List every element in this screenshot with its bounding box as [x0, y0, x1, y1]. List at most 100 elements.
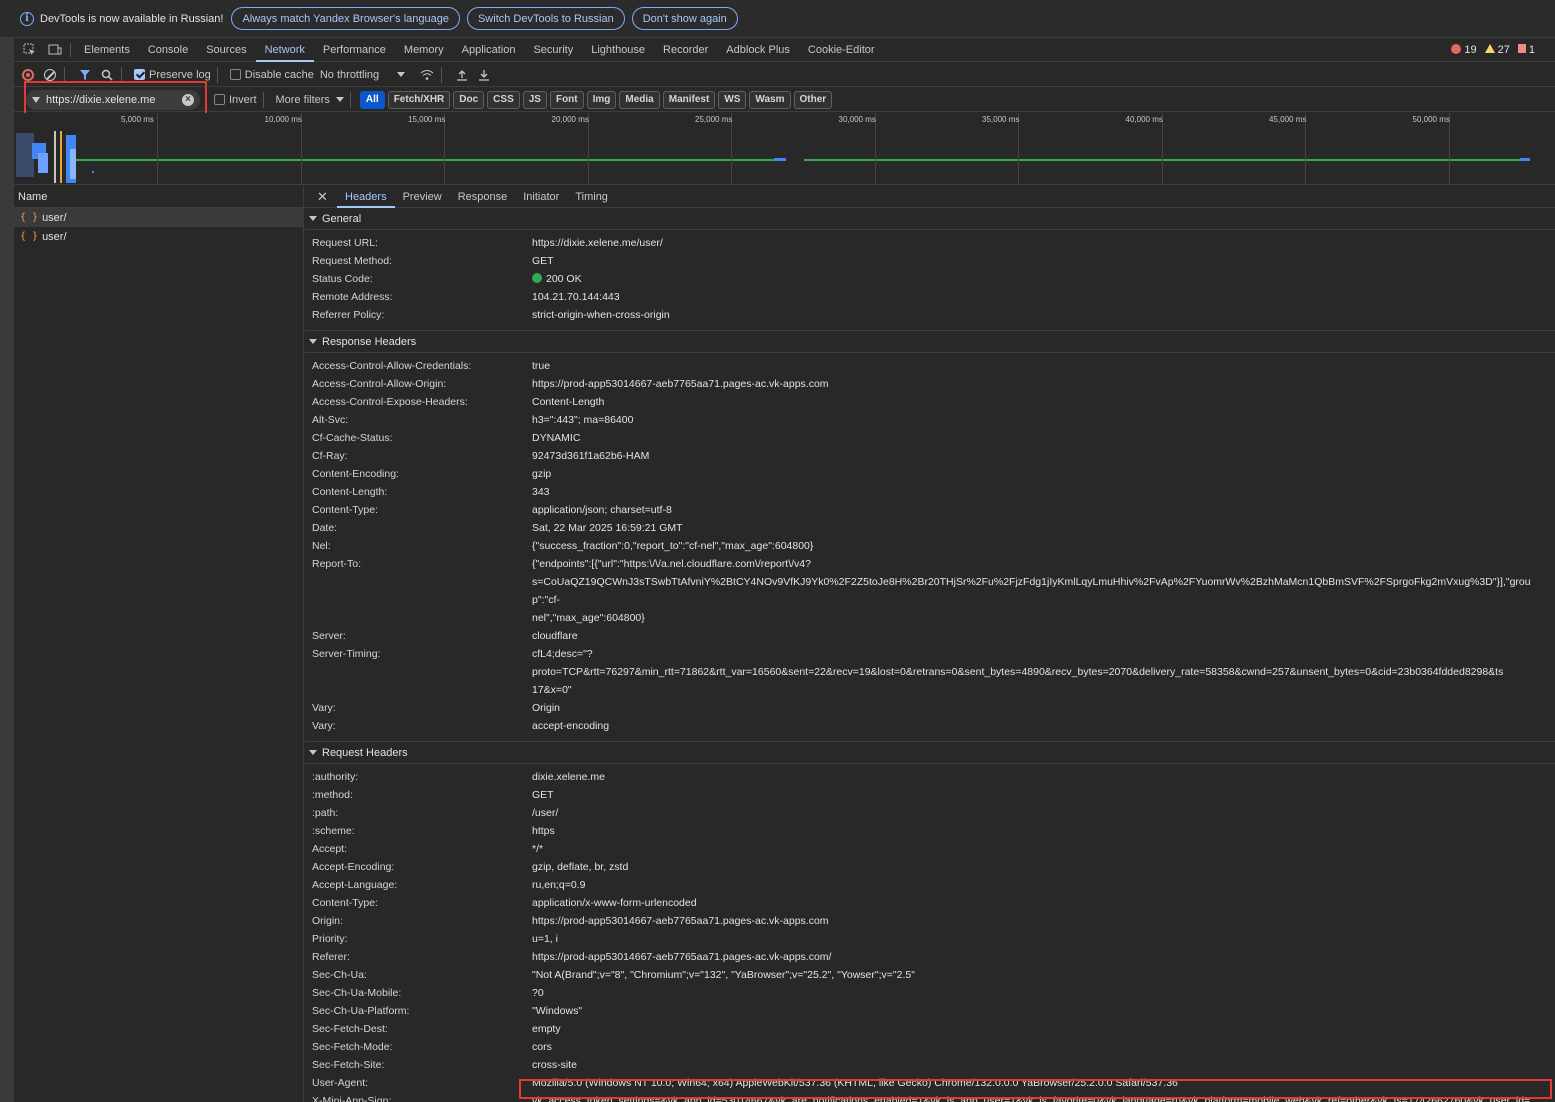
header-name: :method: — [312, 789, 353, 801]
tab-performance[interactable]: Performance — [314, 38, 395, 62]
header-value[interactable]: cross-site — [532, 1056, 581, 1074]
detail-tab-timing[interactable]: Timing — [567, 186, 616, 208]
network-overview-timeline[interactable]: 5,000 ms 10,000 ms 15,000 ms 20,000 ms 25,00… — [14, 113, 1555, 185]
header-value[interactable]: https://prod-app53014667-aeb7765aa71.pag… — [532, 375, 833, 393]
type-filter-wasm[interactable]: Wasm — [749, 90, 791, 109]
header-value[interactable]: gzip — [532, 465, 555, 483]
header-value[interactable]: */* — [532, 840, 547, 858]
tab-recorder[interactable]: Recorder — [654, 38, 717, 62]
error-counter[interactable]: 19 — [1451, 43, 1477, 56]
header-value[interactable]: strict-origin-when-cross-origin — [532, 306, 674, 324]
header-value[interactable]: 343 — [532, 483, 554, 501]
tab-security[interactable]: Security — [524, 38, 582, 62]
header-value[interactable]: ru,en;q=0.9 — [532, 876, 589, 894]
tab-memory[interactable]: Memory — [395, 38, 453, 62]
header-value[interactable]: Content-Length — [532, 393, 608, 411]
header-value[interactable]: h3=":443"; ma=86400 — [532, 411, 637, 429]
header-row: Server: cloudflare — [305, 627, 1555, 645]
network-conditions-icon[interactable] — [419, 67, 435, 83]
preserve-log-checkbox[interactable]: Preserve log — [134, 69, 211, 81]
type-filter-font[interactable]: Font — [549, 90, 584, 109]
triangle-down-icon — [309, 750, 317, 755]
throttling-select[interactable]: No throttling — [320, 69, 406, 81]
header-value[interactable]: /user/ — [532, 804, 562, 822]
header-value[interactable]: application/json; charset=utf-8 — [532, 501, 676, 519]
tab-adblock-plus[interactable]: Adblock Plus — [717, 38, 799, 62]
device-toolbar-icon[interactable] — [48, 43, 62, 57]
header-value[interactable]: cors — [532, 1038, 556, 1056]
header-value[interactable]: {"success_fraction":0,"report_to":"cf-ne… — [532, 537, 817, 555]
request-headers-section-header[interactable]: Request Headers — [305, 742, 1555, 764]
import-har-icon[interactable] — [454, 67, 470, 83]
disable-cache-checkbox[interactable]: Disable cache — [229, 69, 314, 81]
invert-checkbox[interactable]: Invert — [214, 94, 257, 106]
header-value[interactable]: Origin — [532, 699, 564, 717]
tab-cookie-editor[interactable]: Cookie-Editor — [799, 38, 884, 62]
more-filters-dropdown[interactable]: More filters — [276, 94, 344, 106]
type-filter-fetch-xhr[interactable]: Fetch/XHR — [387, 90, 451, 109]
type-filter-all[interactable]: All — [359, 90, 385, 109]
header-name: Content-Type: — [312, 504, 378, 516]
dont-show-again-button[interactable]: Don't show again — [631, 7, 738, 30]
tab-elements[interactable]: Elements — [75, 38, 139, 62]
header-value[interactable]: 104.21.70.144:443 — [532, 288, 624, 306]
response-headers-section-header[interactable]: Response Headers — [305, 331, 1555, 353]
issues-counter[interactable]: 1 — [1517, 43, 1535, 56]
match-language-button[interactable]: Always match Yandex Browser's language — [231, 7, 460, 30]
header-value[interactable]: ?0 — [532, 984, 548, 1002]
tab-lighthouse[interactable]: Lighthouse — [582, 38, 654, 62]
warning-counter[interactable]: 27 — [1484, 43, 1510, 56]
name-column-header[interactable]: Name — [14, 186, 303, 208]
header-value[interactable]: cloudflare — [532, 627, 582, 645]
type-filter-ws[interactable]: WS — [718, 90, 747, 109]
request-row[interactable]: { } user/ — [14, 208, 303, 227]
type-filter-css[interactable]: CSS — [487, 90, 520, 109]
header-value[interactable]: GET — [532, 252, 558, 270]
type-filter-media[interactable]: Media — [619, 90, 660, 109]
header-value[interactable]: accept-encoding — [532, 717, 613, 735]
header-value[interactable]: https://dixie.xelene.me/user/ — [532, 234, 667, 252]
header-value[interactable]: gzip, deflate, br, zstd — [532, 858, 632, 876]
header-value[interactable]: https://prod-app53014667-aeb7765aa71.pag… — [532, 948, 835, 966]
type-filter-img[interactable]: Img — [586, 90, 617, 109]
tab-application[interactable]: Application — [453, 38, 525, 62]
type-filter-js[interactable]: JS — [522, 90, 547, 109]
type-filter-manifest[interactable]: Manifest — [662, 90, 716, 109]
tab-sources[interactable]: Sources — [197, 38, 255, 62]
header-value[interactable]: https://prod-app53014667-aeb7765aa71.pag… — [532, 912, 833, 930]
warning-icon — [1484, 43, 1495, 53]
detail-tab-initiator[interactable]: Initiator — [515, 186, 567, 208]
header-value[interactable]: GET — [532, 786, 558, 804]
header-value[interactable]: dixie.xelene.me — [532, 768, 609, 786]
tab-console[interactable]: Console — [139, 38, 197, 62]
header-value[interactable]: {"endpoints":[{"url":"https:\/\/a.nel.cl… — [532, 555, 1555, 627]
detail-tab-response[interactable]: Response — [450, 186, 516, 208]
header-value[interactable]: https — [532, 822, 559, 840]
close-icon[interactable]: ✕ — [317, 189, 331, 205]
header-value[interactable]: empty — [532, 1020, 565, 1038]
switch-language-button[interactable]: Switch DevTools to Russian — [466, 7, 625, 30]
header-value[interactable]: "Windows" — [532, 1002, 586, 1020]
issue-counters[interactable]: 19 27 1 — [1451, 43, 1535, 56]
general-section-header[interactable]: General — [305, 208, 1555, 230]
detail-tab-preview[interactable]: Preview — [395, 186, 450, 208]
type-filter-doc[interactable]: Doc — [453, 90, 485, 109]
header-value[interactable]: "Not A(Brand";v="8", "Chromium";v="132",… — [532, 966, 919, 984]
header-name: Access-Control-Allow-Credentials: — [312, 360, 472, 372]
type-filter-other[interactable]: Other — [793, 90, 833, 109]
header-value[interactable]: DYNAMIC — [532, 429, 584, 447]
header-value[interactable]: application/x-www-form-urlencoded — [532, 894, 701, 912]
tab-network[interactable]: Network — [255, 38, 314, 62]
request-row[interactable]: { } user/ — [14, 227, 303, 246]
export-har-icon[interactable] — [476, 67, 492, 83]
header-value[interactable]: 92473d361f1a62b6-HAM — [532, 447, 653, 465]
header-value[interactable]: u=1, i — [532, 930, 562, 948]
header-value[interactable]: cfL4;desc="? proto=TCP&rtt=76297&min_rtt… — [532, 645, 1507, 699]
header-value[interactable]: 200 OK — [532, 270, 586, 288]
header-value[interactable]: Sat, 22 Mar 2025 16:59:21 GMT — [532, 519, 687, 537]
xhr-icon: { } — [20, 231, 39, 242]
detail-tab-headers[interactable]: Headers — [337, 186, 395, 208]
header-value[interactable]: true — [532, 357, 554, 375]
inspect-element-icon[interactable] — [22, 43, 36, 57]
header-row: Date: Sat, 22 Mar 2025 16:59:21 GMT — [305, 519, 1555, 537]
